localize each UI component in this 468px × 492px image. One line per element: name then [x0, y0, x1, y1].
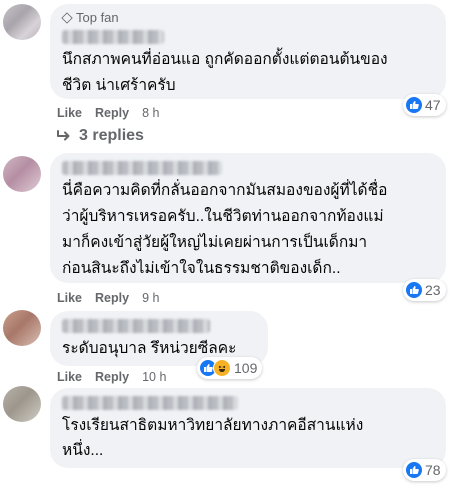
- reply-button[interactable]: Reply: [95, 370, 129, 384]
- reaction-summary[interactable]: 23: [403, 279, 446, 301]
- reaction-summary[interactable]: 78: [403, 459, 446, 481]
- comment-actions: Like Reply 10 h: [57, 370, 166, 384]
- comment-bubble: นี่คือความคิดที่กลั่นออกจากมันสมองของผู้…: [50, 153, 446, 283]
- like-button[interactable]: Like: [57, 106, 82, 120]
- commenter-name-blurred[interactable]: [62, 396, 238, 410]
- reply-button[interactable]: Reply: [95, 291, 129, 305]
- timestamp[interactable]: 9 h: [142, 291, 159, 305]
- diamond-icon: [61, 11, 73, 24]
- view-replies-link[interactable]: 3 replies: [57, 127, 144, 145]
- comment-actions: Like Reply 8 h: [57, 106, 159, 120]
- like-button[interactable]: Like: [57, 291, 82, 305]
- comment-actions: Like Reply 9 h: [57, 291, 159, 305]
- comment-bubble: โรงเรียนสาธิตมหาวิทยาลัยทางภาคอีสานแห่ง …: [50, 388, 446, 468]
- like-icon: [406, 462, 422, 478]
- commenter-name-blurred[interactable]: [62, 319, 210, 333]
- avatar[interactable]: [3, 156, 41, 192]
- comment-text-line: มาก็คงเข้าสู่วัยผู้ใหญ่ไม่เคยผ่านการเป็น…: [62, 234, 368, 251]
- avatar[interactable]: [3, 386, 41, 422]
- comment-text-line: หนึ่ง...: [62, 442, 104, 459]
- commenter-name-blurred[interactable]: [62, 161, 222, 175]
- reply-arrow-icon: [57, 130, 70, 141]
- like-icon: [406, 282, 422, 298]
- reaction-count: 47: [425, 97, 441, 113]
- comment-text-line: ว่าผู้บริหารเหรอครับ..ในชีวิตท่านออกจากท…: [62, 208, 384, 225]
- reaction-summary[interactable]: 47: [403, 94, 446, 116]
- replies-count-label: 3 replies: [79, 127, 144, 144]
- commenter-name-blurred[interactable]: [62, 30, 164, 44]
- comment-text-line: นี่คือความคิดที่กลั่นออกจากมันสมองของผู้…: [62, 182, 388, 199]
- timestamp[interactable]: 8 h: [142, 106, 159, 120]
- reaction-count: 78: [425, 462, 441, 478]
- like-button[interactable]: Like: [57, 370, 82, 384]
- comment-text-line: ชีวิต น่าเศร้าครับ: [62, 77, 176, 94]
- comment-text-line: ก่อนสินะถึงไม่เข้าใจในธรรมชาติของเด็ก..: [62, 260, 341, 277]
- top-fan-badge: Top fan: [61, 10, 119, 25]
- timestamp[interactable]: 10 h: [142, 370, 166, 384]
- haha-icon: [213, 359, 231, 377]
- reaction-count: 109: [234, 360, 258, 376]
- badge-label: Top fan: [76, 10, 119, 25]
- reaction-summary[interactable]: 109: [197, 357, 263, 379]
- avatar[interactable]: [3, 4, 41, 40]
- comment-text-line: นึกสภาพคนที่อ่อนแอ ถูกคัดออกตั้งแต่ตอนต้…: [62, 51, 388, 68]
- reaction-count: 23: [425, 282, 441, 298]
- reply-button[interactable]: Reply: [95, 106, 129, 120]
- comment-bubble: Top fan นึกสภาพคนที่อ่อนแอ ถูกคัดออกตั้ง…: [50, 4, 446, 99]
- like-icon: [406, 97, 422, 113]
- comment-text-line: โรงเรียนสาธิตมหาวิทยาลัยทางภาคอีสานแห่ง: [62, 417, 364, 434]
- avatar[interactable]: [3, 310, 41, 346]
